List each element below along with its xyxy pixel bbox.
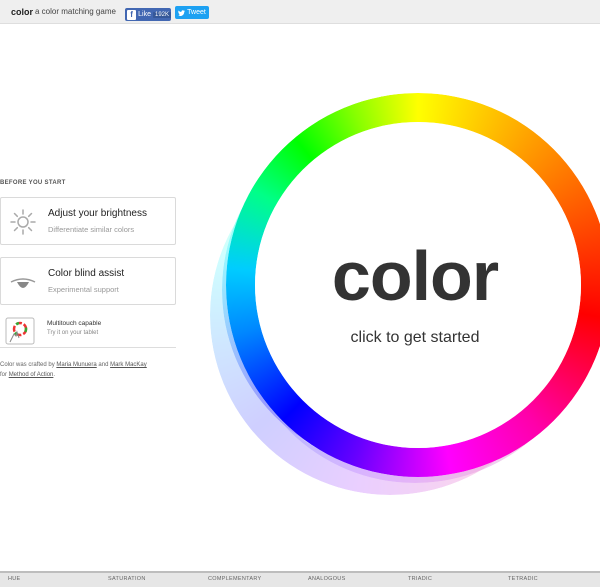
card-title: Adjust your brightness — [48, 208, 147, 219]
start-button[interactable]: click to get started — [325, 329, 505, 347]
method-of-action-link[interactable]: Method of Action — [9, 372, 54, 378]
card-subtitle: Experimental support — [48, 285, 119, 294]
nav-triadic[interactable]: TRIADIC — [408, 576, 432, 582]
credits-text: for — [0, 372, 8, 378]
multitouch-info: Multitouch capable Try it on your tablet — [0, 316, 176, 348]
tweet-label: Tweet — [187, 9, 206, 16]
color-blind-card[interactable]: Color blind assist Experimental support — [0, 257, 176, 305]
credits-text: and — [98, 362, 109, 368]
author-link-maria[interactable]: Maria Munuera — [56, 362, 96, 368]
twitter-bird-icon — [178, 9, 186, 16]
tablet-icon — [5, 317, 35, 345]
brand-logo[interactable]: color — [11, 7, 33, 17]
like-count: 192K — [152, 11, 171, 18]
eye-icon — [10, 278, 36, 288]
facebook-like-button[interactable]: f Like 192K — [125, 8, 171, 21]
multitouch-title: Multitouch capable — [47, 320, 102, 327]
author-link-mark[interactable]: Mark MacKay — [110, 362, 147, 368]
like-label: Like — [138, 11, 151, 18]
brightness-card[interactable]: Adjust your brightness Differentiate sim… — [0, 197, 176, 245]
game-title[interactable]: color — [310, 236, 520, 316]
tagline: a color matching game — [35, 7, 116, 16]
nav-tetradic[interactable]: TETRADIC — [508, 576, 538, 582]
section-label: BEFORE YOU START — [0, 180, 66, 186]
credits-text: . — [53, 372, 56, 378]
card-title: Color blind assist — [48, 268, 125, 279]
nav-analogous[interactable]: ANALOGOUS — [308, 576, 346, 582]
thumbs-up-icon: f — [127, 9, 137, 20]
nav-complementary[interactable]: COMPLEMENTARY — [208, 576, 262, 582]
nav-hue[interactable]: HUE — [8, 576, 21, 582]
sun-icon — [10, 209, 36, 235]
nav-saturation[interactable]: SATURATION — [108, 576, 146, 582]
credits-text: Color was crafted by — [0, 362, 55, 368]
mode-nav: HUE SATURATION COMPLEMENTARY ANALOGOUS T… — [0, 571, 600, 587]
multitouch-subtitle: Try it on your tablet — [47, 330, 99, 336]
top-bar: color a color matching game f Like 192K … — [0, 0, 600, 24]
card-subtitle: Differentiate similar colors — [48, 225, 135, 234]
credits: Color was crafted by Maria Munuera and M… — [0, 360, 180, 380]
tweet-button[interactable]: Tweet — [175, 6, 209, 19]
